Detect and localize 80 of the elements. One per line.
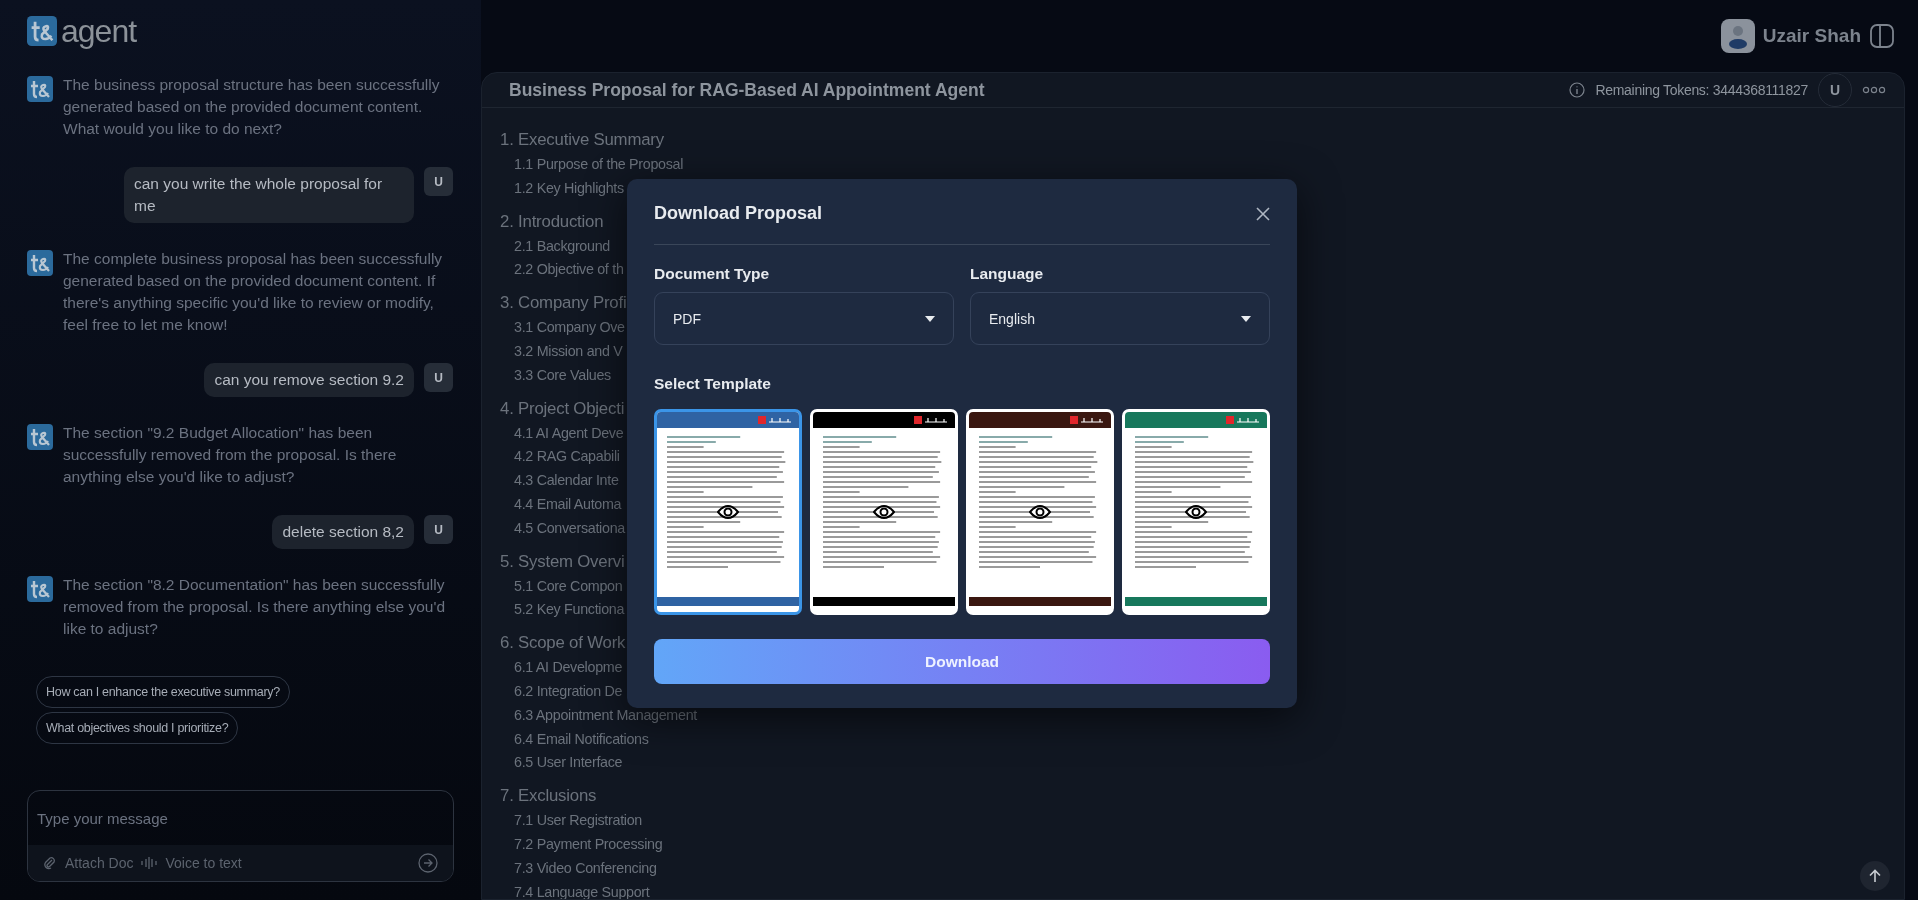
outline-section[interactable]: 7. Exclusions	[500, 782, 597, 810]
scroll-to-top-button[interactable]	[1860, 861, 1890, 891]
voice-to-text-button[interactable]: Voice to text	[141, 855, 242, 871]
outline-item[interactable]: 4.1 AI Agent Deve	[500, 421, 624, 446]
bot-message: The section "8.2 Documentation" has been successfully removed from the proposal. Is there anything else you'd like to adjust?	[63, 575, 447, 639]
outline-item[interactable]: 3.3 Core Values	[500, 363, 611, 388]
preview-eye-icon[interactable]	[717, 504, 739, 520]
send-icon[interactable]	[418, 853, 438, 873]
outline-section[interactable]: 4. Project Objecti	[500, 394, 625, 422]
outline-item[interactable]: 7.1 User Registration	[500, 809, 642, 833]
outline-item[interactable]: 4.3 Calendar Inte	[500, 469, 619, 493]
bot-avatar-icon	[27, 424, 53, 450]
template-card[interactable]	[654, 409, 802, 615]
outline-item[interactable]: 1.2 Key Highlights	[500, 176, 624, 201]
outline-section[interactable]: 6. Scope of Work	[500, 629, 626, 657]
outline-item[interactable]: 6.3 Appointment Management	[500, 703, 697, 728]
outline-item[interactable]: 1.1 Purpose of the Proposal	[500, 153, 684, 177]
info-icon[interactable]	[1569, 82, 1586, 98]
preview-eye-icon[interactable]	[1029, 504, 1051, 520]
dropdown-field[interactable]: English	[970, 292, 1270, 345]
outline-section[interactable]: 2. Introduction	[500, 207, 604, 235]
outline-section[interactable]: 5. System Overvi	[500, 547, 625, 575]
outline-item[interactable]: 4.5 Conversationa	[500, 516, 625, 541]
logo-icon	[914, 415, 950, 425]
bot-avatar-icon	[27, 76, 53, 102]
field-label: Language	[970, 265, 1045, 283]
outline-item[interactable]: 6.1 AI Developme	[500, 656, 623, 680]
logo-icon	[1070, 415, 1106, 425]
preview-eye-icon[interactable]	[1185, 504, 1207, 520]
close-button[interactable]	[1256, 206, 1270, 221]
caret-icon	[1241, 315, 1251, 322]
more-icon[interactable]	[1862, 86, 1886, 94]
bot-avatar-icon	[27, 250, 53, 276]
outline-item[interactable]: 3.2 Mission and V	[500, 340, 623, 364]
field-label: Document Type	[654, 265, 771, 283]
logo-text: agent	[61, 12, 137, 50]
message-composer[interactable]: Type your message Attach Doc Voice to text	[27, 790, 454, 882]
waveform-icon	[141, 856, 158, 870]
outline-section[interactable]: 3. Company Profi	[500, 289, 627, 317]
outline-item[interactable]: 5.2 Key Functiona	[500, 598, 625, 623]
outline-section[interactable]: 1. Executive Summary	[500, 126, 664, 153]
outline-item[interactable]: 6.2 Integration De	[500, 679, 623, 704]
outline-item[interactable]: 3.1 Company Ove	[500, 316, 625, 340]
outline-item[interactable]: 7.4 Language Support	[500, 880, 650, 899]
user-avatar: U	[424, 515, 453, 544]
section-label: Select Template	[654, 375, 772, 393]
dialog-title: Download Proposal	[654, 203, 822, 224]
outline-item[interactable]: 6.4 Email Notifications	[500, 727, 649, 752]
outline-item[interactable]: 4.4 Email Automa	[500, 492, 622, 517]
user-avatar-icon[interactable]	[1720, 19, 1755, 53]
arrow-up-icon	[1869, 869, 1881, 883]
bot-message: The complete business proposal has been successfully generated based on the provided document content. If there's anything specific you'd like to review or modify, feel free to let me know!	[63, 249, 444, 335]
bot-message: The section "9.2 Budget Allocation" has been successfully removed from the proposal. Is there anything else you'd like to adjust?	[63, 423, 398, 487]
outline-item[interactable]: 7.3 Video Conferencing	[500, 856, 657, 881]
document-title: Business Proposal for RAG-Based AI Appointment Agent	[509, 79, 986, 101]
dropdown-field[interactable]: PDF	[654, 292, 954, 345]
outline-item[interactable]: 4.2 RAG Capabili	[500, 445, 620, 470]
sidebar-toggle-icon[interactable]	[1869, 23, 1895, 49]
logo-icon	[27, 16, 57, 46]
outline-item[interactable]: 2.2 Objective of th	[500, 258, 624, 283]
user-avatar: U	[424, 363, 453, 392]
logo-icon	[1226, 415, 1262, 425]
download-button[interactable]: Download	[654, 639, 1270, 684]
user-name: Uzair Shah	[1762, 25, 1861, 47]
user-message: can you write the whole proposal for me	[124, 167, 414, 223]
outline-item[interactable]: 6.5 User Interface	[500, 751, 623, 776]
logo-icon	[758, 415, 794, 425]
caret-icon	[925, 315, 935, 322]
attach-doc-button[interactable]: Attach Doc	[43, 855, 134, 871]
user-avatar: U	[424, 167, 453, 196]
bot-message: The business proposal structure has been successfully generated based on the provided document content. What would you like to do next?	[63, 75, 441, 139]
preview-eye-icon[interactable]	[873, 504, 895, 520]
outline-item[interactable]: 2.1 Background	[500, 234, 610, 259]
bot-avatar-icon	[27, 576, 53, 602]
user-message: delete section 8,2	[272, 515, 414, 549]
remaining-tokens: Remaining Tokens: 3444368111827	[1595, 82, 1808, 98]
outline-item[interactable]: 5.1 Core Compon	[500, 574, 623, 599]
user-message: can you remove section 9.2	[204, 363, 414, 397]
outline-item[interactable]: 7.2 Payment Processing	[500, 832, 663, 857]
paperclip-icon	[43, 856, 57, 870]
